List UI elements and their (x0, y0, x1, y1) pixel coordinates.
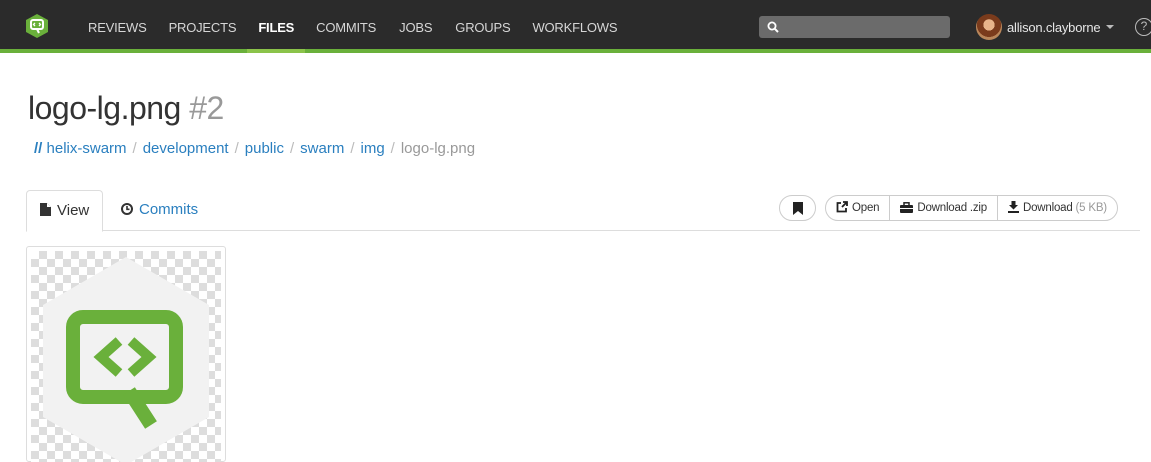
swarm-logo-image (43, 257, 209, 462)
breadcrumb-item[interactable]: development (143, 140, 229, 157)
file-revision: #2 (189, 90, 224, 126)
avatar (976, 14, 1002, 40)
bookmark-icon (793, 202, 803, 215)
nav-workflows[interactable]: WORKFLOWS (532, 0, 617, 49)
download-zip-button[interactable]: Download .zip (890, 196, 998, 220)
open-button[interactable]: Open (826, 196, 891, 220)
breadcrumb-current: logo-lg.png (400, 140, 476, 157)
breadcrumb-item[interactable]: img (361, 140, 385, 157)
tab-commits[interactable]: Commits (108, 190, 211, 231)
external-link-icon (836, 201, 848, 213)
nav-reviews[interactable]: REVIEWS (88, 0, 147, 49)
open-label: Open (852, 202, 880, 214)
tab-commits-label: Commits (139, 201, 199, 218)
breadcrumb-item[interactable]: public (245, 140, 284, 157)
breadcrumb-separator: / (289, 140, 295, 157)
breadcrumb-root[interactable]: // (34, 140, 42, 157)
breadcrumb-item[interactable]: helix-swarm (47, 140, 127, 157)
download-zip-label: Download .zip (917, 202, 987, 214)
breadcrumb-separator: / (390, 140, 395, 157)
breadcrumb-separator: / (132, 140, 137, 157)
username: allison.clayborne (1007, 19, 1101, 35)
user-menu[interactable]: allison.clayborne (976, 13, 1115, 41)
breadcrumb-separator: / (234, 140, 239, 157)
download-size: (5 KB) (1075, 202, 1108, 214)
nav-commits[interactable]: COMMITS (316, 0, 376, 49)
download-button[interactable]: Download (5 KB) (998, 196, 1117, 220)
breadcrumb: // helix-swarm / development / public / swarm /… (34, 140, 475, 157)
briefcase-icon (900, 202, 914, 213)
chevron-down-icon (1106, 25, 1115, 29)
breadcrumb-item[interactable]: swarm (300, 140, 344, 157)
nav-groups[interactable]: GROUPS (455, 0, 510, 49)
tab-view[interactable]: View (26, 190, 104, 232)
clock-icon (121, 203, 133, 215)
file-actions: Open Download .zip Download (5 KB) (825, 195, 1118, 221)
nav-projects[interactable]: PROJECTS (169, 0, 237, 49)
breadcrumb-separator: / (350, 140, 355, 157)
help-icon[interactable]: ? (1135, 18, 1151, 36)
nav-jobs[interactable]: JOBS (399, 0, 432, 49)
transparency-checkerboard (31, 251, 221, 462)
search-input[interactable] (759, 16, 950, 38)
bookmark-button[interactable] (779, 195, 816, 221)
page-title: logo-lg.png #2 (28, 88, 224, 128)
file-icon (40, 203, 51, 216)
file-name: logo-lg.png (28, 90, 181, 126)
swarm-logo-icon[interactable] (26, 14, 48, 38)
top-navbar: REVIEWS PROJECTS FILES COMMITS JOBS GROU… (0, 0, 1151, 53)
download-label: Download (1022, 202, 1073, 214)
tab-view-label: View (57, 202, 90, 219)
image-preview (26, 246, 226, 462)
main-nav: REVIEWS PROJECTS FILES COMMITS JOBS GROU… (88, 0, 618, 53)
download-icon (1007, 201, 1019, 213)
nav-files[interactable]: FILES (247, 0, 305, 53)
search-icon (767, 21, 779, 33)
